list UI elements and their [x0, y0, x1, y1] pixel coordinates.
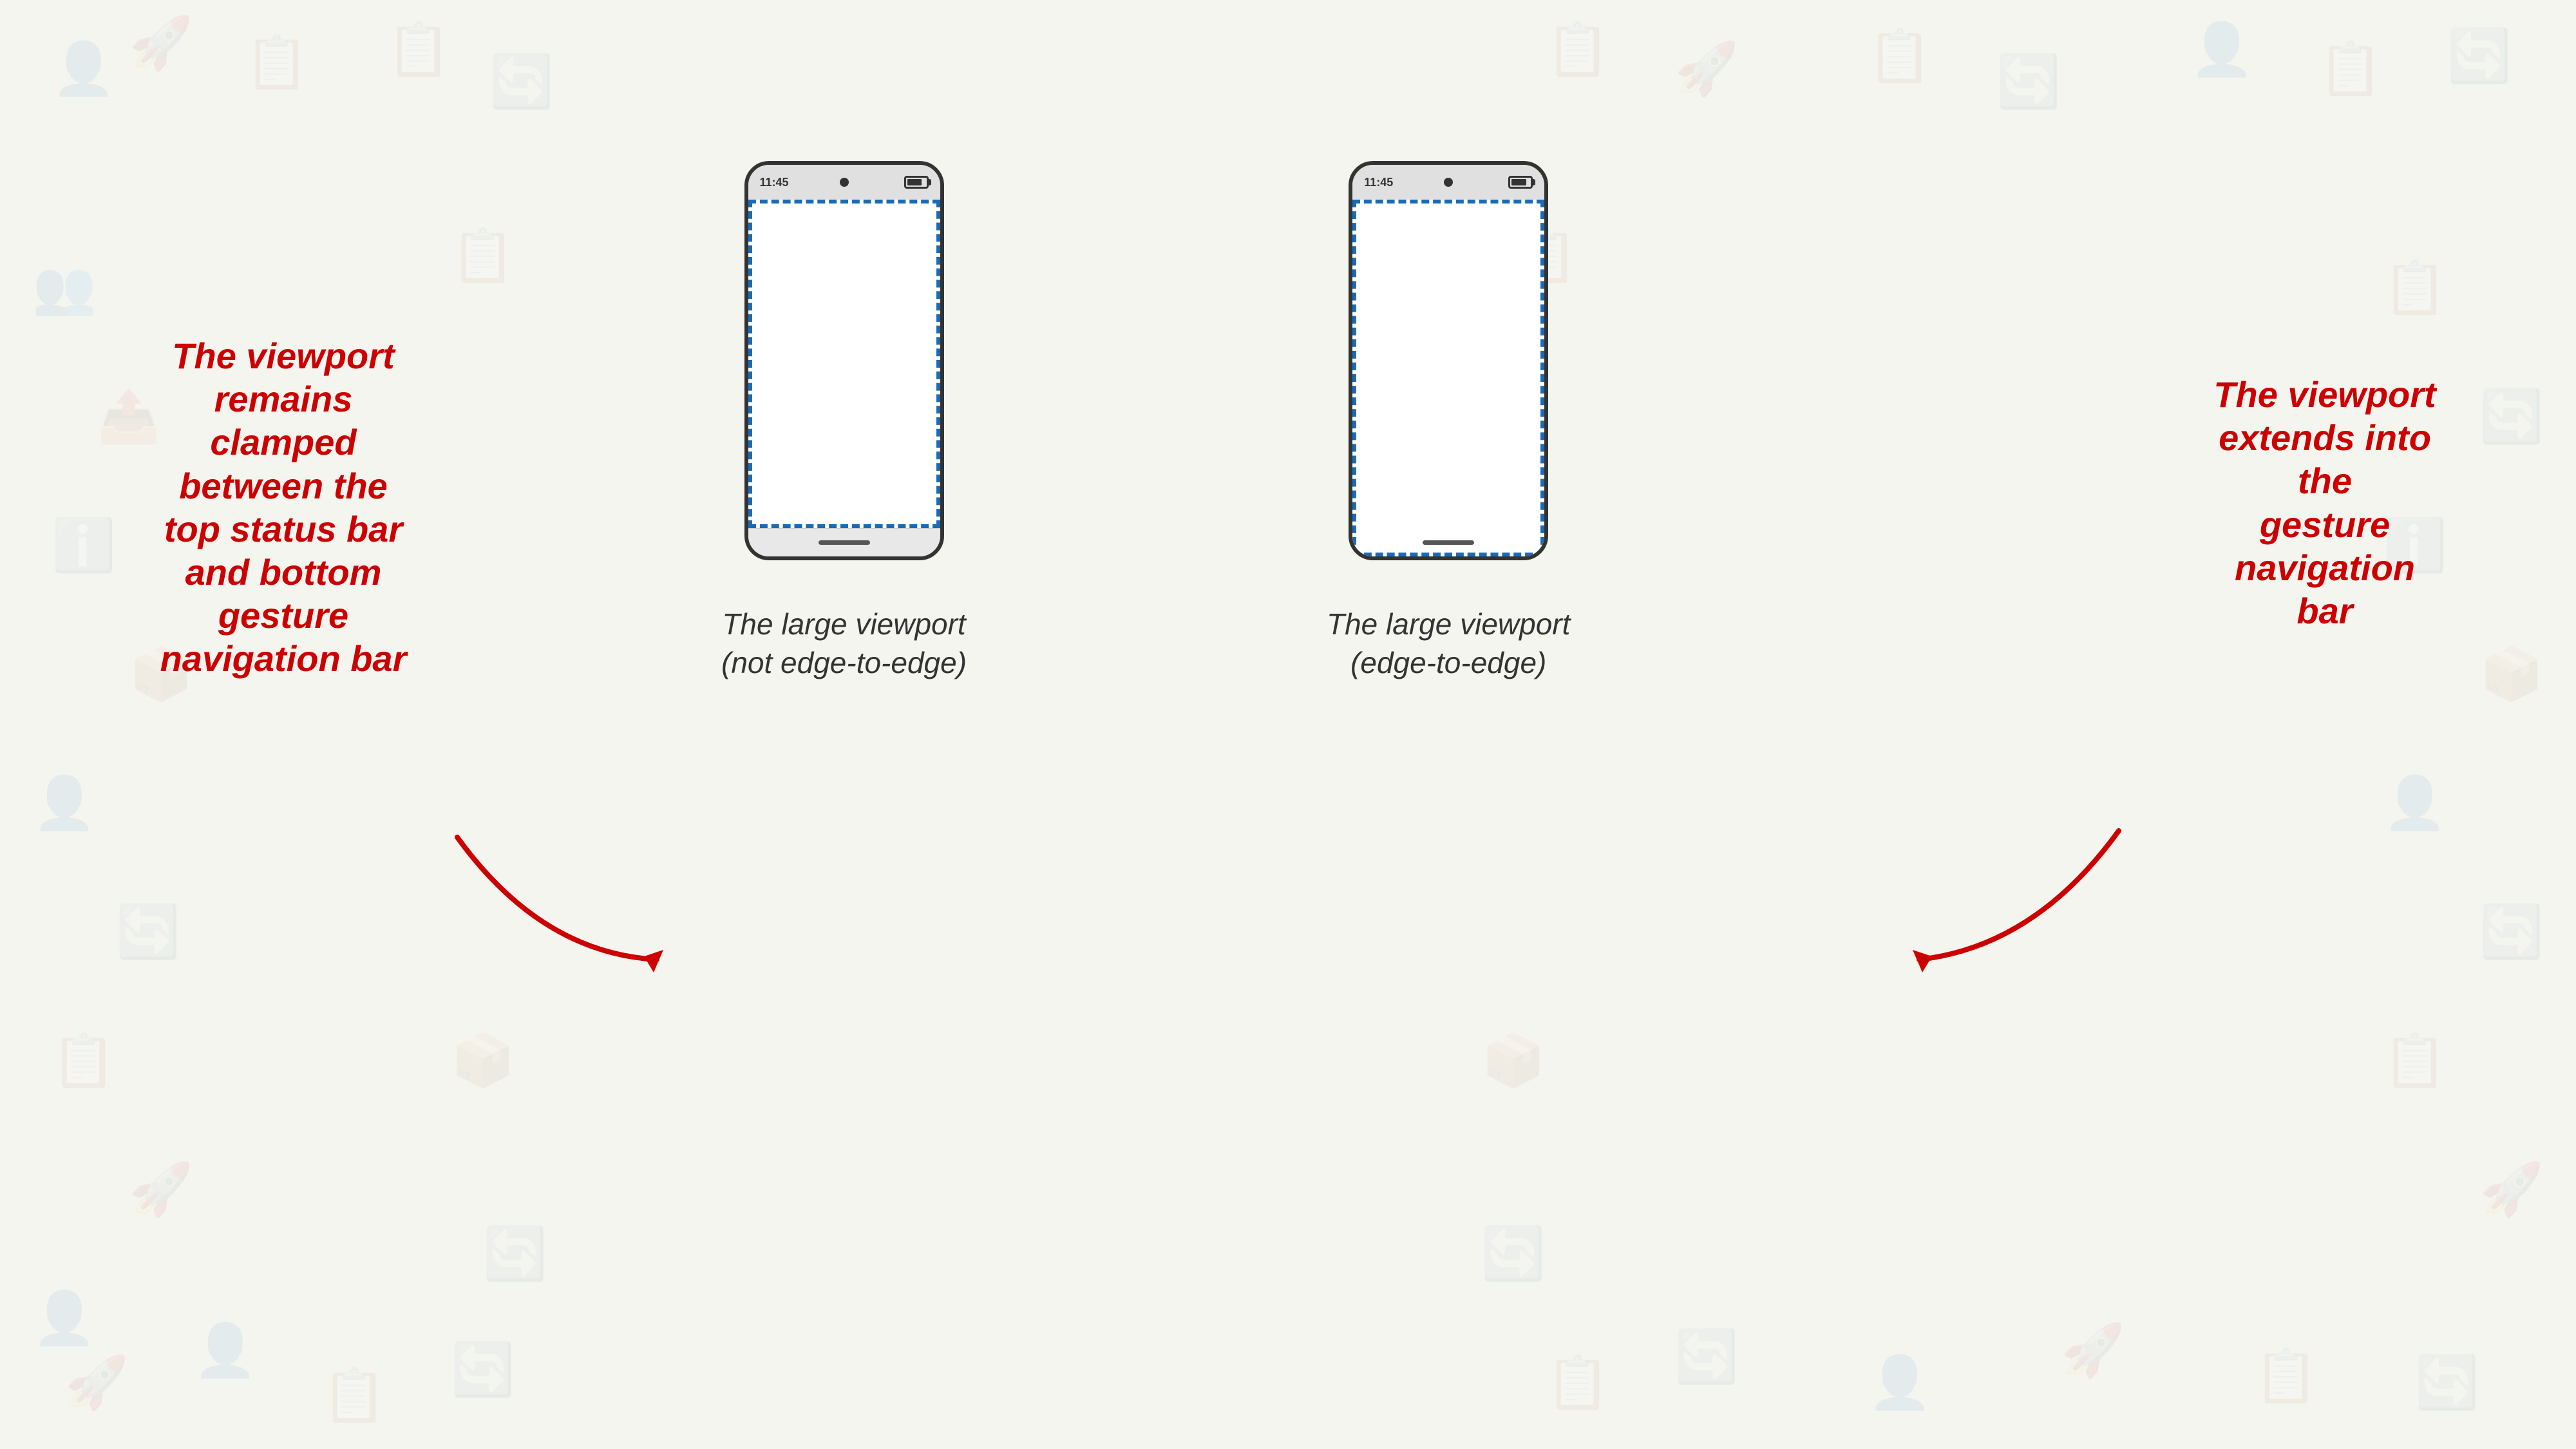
viewport-edge	[1352, 200, 1544, 556]
background-decoration: 👤 🚀 📋 📋 🔄 📋 🚀 📋 🔄 👤 📋 🔄 👥 📤 ℹ️ 📦 👤 🔄 📋 🚀…	[0, 0, 2576, 1449]
right-annotation-text: The viewport extends into the gesture na…	[2190, 373, 2460, 632]
status-time-left: 11:45	[760, 176, 789, 189]
left-arrow	[316, 824, 702, 1005]
nav-bar-right	[1352, 528, 1544, 556]
status-bar-right: 11:45	[1352, 165, 1544, 200]
phone-frame-edge: 11:45	[1349, 161, 1548, 560]
battery-icon-left	[904, 176, 929, 189]
battery-icon-right	[1508, 176, 1533, 189]
camera-dot-left	[840, 178, 849, 187]
phone-label-edge: The large viewport (edge-to-edge)	[1327, 605, 1570, 683]
phone-frame-not-edge: 11:45	[744, 161, 944, 560]
nav-handle-left	[819, 540, 870, 545]
nav-handle-right	[1423, 540, 1474, 545]
phone-label-not-edge: The large viewport (not edge-to-edge)	[721, 605, 967, 683]
camera-dot-right	[1444, 178, 1453, 187]
status-bar-left: 11:45	[748, 165, 940, 200]
left-annotation-text: The viewport remains clamped between the…	[148, 334, 419, 681]
viewport-not-edge	[748, 200, 940, 528]
right-annotation: The viewport extends into the gesture na…	[2190, 373, 2460, 632]
phone-not-edge-section: 11:45 The large viewport (not edge-to-ed…	[721, 161, 967, 683]
phone-edge-section: 11:45 The large viewport (edge-to-edge)	[1327, 161, 1570, 683]
nav-bar-left	[748, 528, 940, 556]
left-annotation: The viewport remains clamped between the…	[148, 334, 419, 681]
right-arrow	[1874, 818, 2260, 1011]
status-time-right: 11:45	[1364, 176, 1393, 189]
